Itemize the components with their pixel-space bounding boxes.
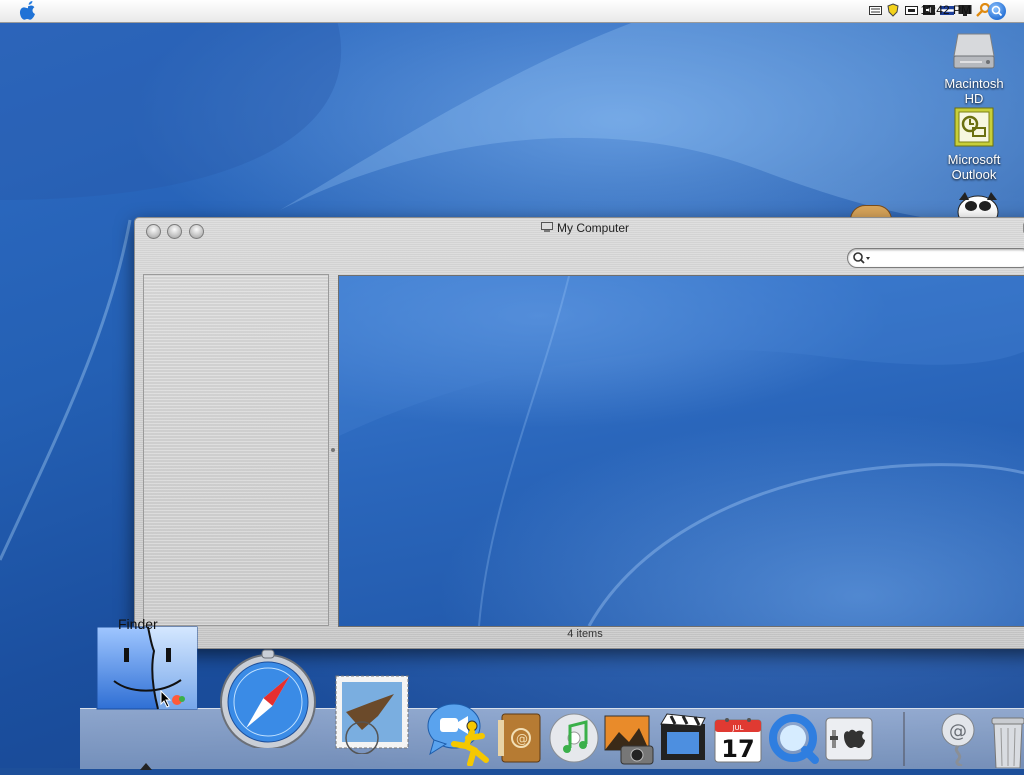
- quicktime-icon[interactable]: [767, 712, 819, 764]
- search-icon: [853, 252, 870, 264]
- itunes-icon[interactable]: [548, 712, 600, 764]
- outlook-icon: [953, 106, 995, 148]
- computer-icon: [540, 222, 553, 232]
- window-title: My Computer: [556, 221, 630, 235]
- spotlight-icon[interactable]: [988, 2, 1006, 20]
- keyboard-icon[interactable]: [868, 3, 882, 17]
- finder-sidebar[interactable]: [143, 274, 329, 626]
- search-field[interactable]: [847, 248, 1024, 268]
- desktop-icon-label: Macintosh HD: [944, 76, 1004, 106]
- ical-day: 17: [721, 735, 754, 763]
- finder-window: My Computer 4 items: [134, 217, 1024, 649]
- sidebar-splitter[interactable]: [331, 448, 335, 452]
- imovie-icon[interactable]: [657, 712, 709, 764]
- svg-text:@: @: [949, 721, 967, 742]
- internet-connect-icon[interactable]: @: [936, 712, 980, 768]
- address-book-icon[interactable]: @: [496, 712, 544, 764]
- mouse-pointer: [160, 689, 172, 713]
- search-input[interactable]: [872, 250, 1024, 266]
- iphoto-icon[interactable]: [603, 712, 655, 766]
- ical-icon[interactable]: JUL 17: [713, 714, 763, 764]
- display-icon[interactable]: [904, 3, 918, 17]
- system-preferences-icon[interactable]: [824, 716, 874, 764]
- safari-icon[interactable]: [218, 648, 318, 750]
- dock-divider[interactable]: [903, 712, 905, 766]
- svg-text:@: @: [516, 732, 528, 746]
- finder-content-area[interactable]: [338, 275, 1024, 627]
- shield-icon[interactable]: [886, 3, 900, 17]
- desktop-icon-macintosh-hd[interactable]: Macintosh HD: [934, 26, 1014, 106]
- hard-drive-icon: [952, 26, 996, 72]
- window-title-bar[interactable]: My Computer: [135, 221, 1024, 235]
- status-bar-text: 4 items: [567, 628, 603, 640]
- dock-tooltip-finder: Finder: [118, 616, 158, 632]
- trash-icon[interactable]: [990, 714, 1024, 769]
- desktop-icon-microsoft-outlook[interactable]: Microsoft Outlook: [934, 106, 1014, 182]
- menu-bar: 11:42 PM: [0, 0, 1024, 23]
- mail-icon[interactable]: [332, 672, 412, 755]
- running-indicator: [140, 757, 152, 770]
- aim-buddy-desktop-icon[interactable]: [955, 190, 1001, 229]
- desktop-icon-label: Microsoft Outlook: [947, 152, 1001, 182]
- apple-menu-icon[interactable]: [19, 1, 37, 21]
- ical-month: JUL: [731, 724, 743, 732]
- content-background: [339, 276, 1024, 626]
- finder-icon[interactable]: [96, 626, 198, 710]
- aim-icon[interactable]: [450, 720, 490, 767]
- menu-clock[interactable]: 11:42 PM: [921, 3, 971, 17]
